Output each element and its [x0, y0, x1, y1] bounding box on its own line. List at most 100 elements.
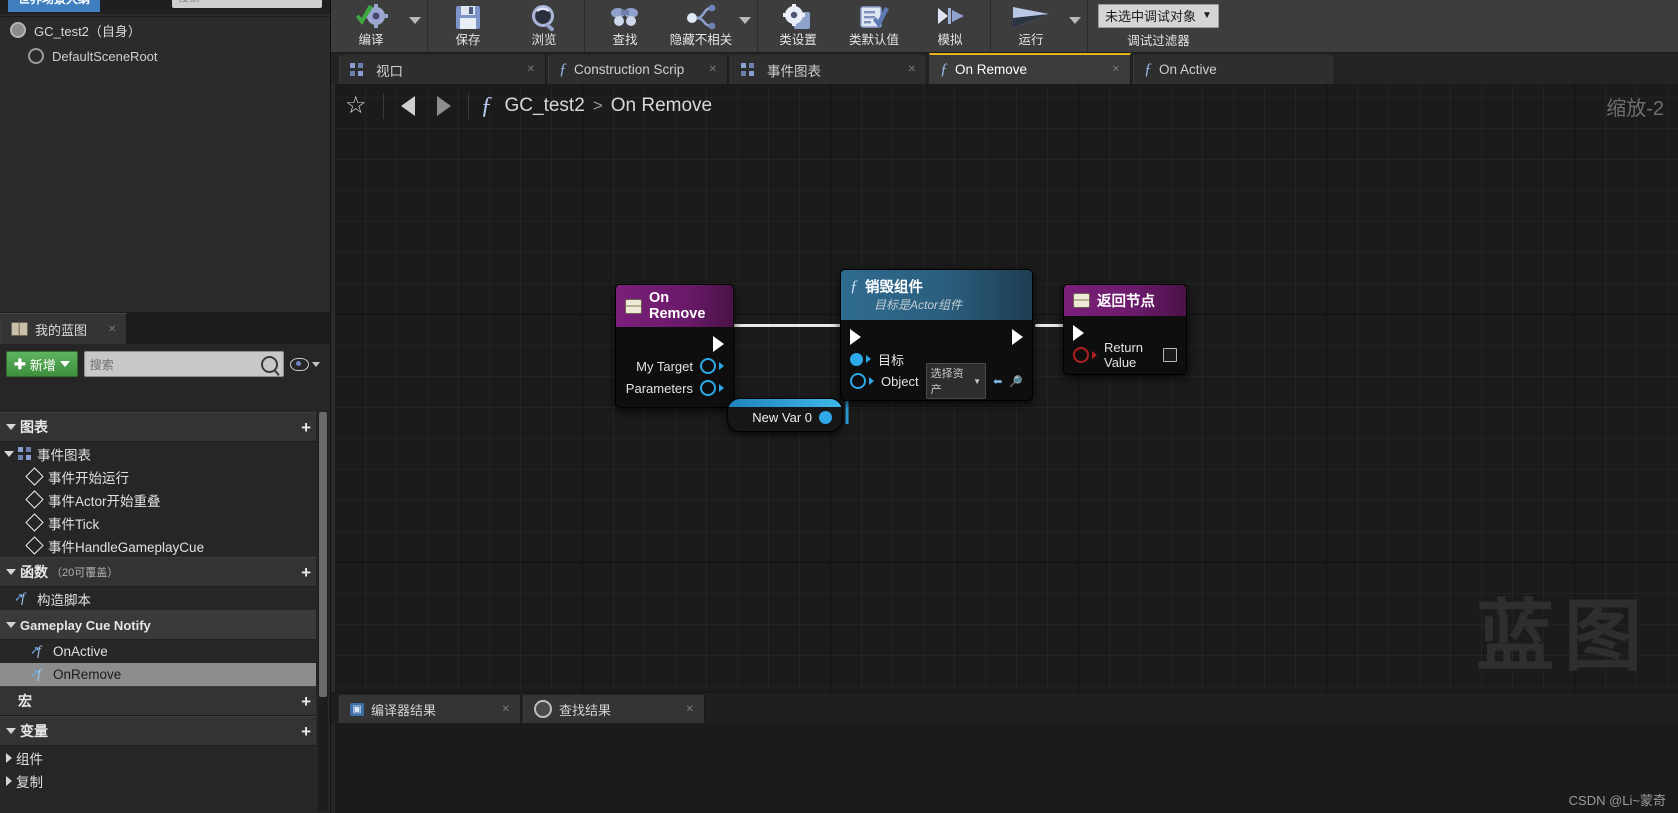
class-defaults-icon — [858, 3, 890, 33]
pin-exec-row[interactable] — [841, 326, 1032, 348]
tab-on-active[interactable]: ƒ On Active — [1133, 55, 1335, 84]
object-pin-icon[interactable] — [700, 380, 716, 396]
my-blueprint-scrollbar[interactable] — [318, 412, 328, 811]
section-header-graphs[interactable]: 图表 + — [0, 412, 316, 442]
outliner-row-defaultsceneroot[interactable]: DefaultSceneRoot — [0, 43, 330, 69]
tree-item-label: 事件Actor开始重叠 — [48, 493, 161, 509]
object-pin-filled-icon[interactable] — [819, 411, 832, 424]
tree-item-event-tick[interactable]: 事件Tick — [0, 511, 316, 534]
favorite-star-icon[interactable]: ☆ — [345, 94, 367, 118]
pin-label: 目标 — [878, 352, 905, 368]
object-pin-icon[interactable] — [850, 373, 866, 389]
node-return[interactable]: 返回节点 Return Value — [1063, 284, 1187, 375]
add-graph-button[interactable]: + — [301, 419, 311, 436]
toolbar-button-compile[interactable]: 编译 — [333, 0, 409, 52]
my-blueprint-search-input[interactable]: 搜索 — [83, 351, 284, 377]
close-icon[interactable]: ✕ — [1112, 64, 1120, 75]
return-value-checkbox[interactable] — [1163, 348, 1177, 362]
node-header: 返回节点 — [1064, 285, 1186, 316]
section-count: （20可覆盖） — [51, 567, 119, 579]
tab-viewport[interactable]: 视口 ✕ — [339, 55, 546, 84]
close-icon[interactable]: ✕ — [908, 64, 916, 75]
add-new-button[interactable]: ✚ 新增 — [6, 351, 78, 377]
back-arrow-icon[interactable] — [400, 96, 415, 116]
toolbar-label: 运行 — [1018, 33, 1044, 47]
function-icon: ➚ f — [30, 666, 41, 682]
tree-item-components[interactable]: 组件 — [0, 746, 316, 769]
section-header-gameplay-cue-notify[interactable]: Gameplay Cue Notify — [0, 610, 316, 640]
scrollbar-thumb[interactable] — [319, 412, 327, 697]
node-on-remove[interactable]: On Remove My Target Parameters — [615, 284, 734, 408]
tree-item-event-handle-gameplay-cue[interactable]: 事件HandleGameplayCue — [0, 534, 316, 557]
section-header-variables[interactable]: 变量 + — [0, 716, 316, 746]
pin-label: My Target — [636, 358, 693, 374]
asset-select-dropdown[interactable]: 选择资产 ▼ — [925, 363, 987, 399]
tab-world-outliner[interactable]: 世界场景大纲 — [8, 0, 101, 12]
tab-event-graph[interactable]: 事件图表 ✕ — [730, 55, 927, 84]
toolbar-button-simulate[interactable]: 模拟 — [912, 0, 988, 52]
close-icon[interactable]: ✕ — [527, 64, 535, 75]
toolbar-button-find[interactable]: 查找 — [587, 0, 663, 52]
add-function-button[interactable]: + — [301, 564, 311, 581]
tab-on-remove[interactable]: ƒ On Remove ✕ — [929, 53, 1131, 84]
section-title: 图表 — [20, 419, 48, 435]
section-header-macros[interactable]: 宏 + — [0, 686, 316, 716]
pin-return-value[interactable]: Return Value — [1064, 340, 1186, 370]
tree-item-onactive[interactable]: ➚ f OnActive — [0, 640, 316, 663]
toolbar-button-save[interactable]: 保存 — [430, 0, 506, 52]
bottom-panel-content: CSDN @Li~蒙奇 — [335, 723, 1678, 813]
node-destroy-component[interactable]: ƒ 销毁组件 目标是Actor组件 目标 Object 选择资产 ▼ ⬅ 🔎 — [840, 269, 1033, 401]
bool-pin-icon[interactable] — [1073, 347, 1089, 363]
tree-item-event-actor-begin-overlap[interactable]: 事件Actor开始重叠 — [0, 488, 316, 511]
close-icon[interactable]: ✕ — [502, 704, 510, 715]
pin-parameters[interactable]: Parameters — [616, 377, 733, 399]
close-icon[interactable]: ✕ — [108, 324, 116, 335]
graph-editor[interactable]: ☆ ƒ GC_test2 > On Remove 缩放-2 蓝图 On Remo… — [335, 84, 1678, 692]
tree-item-onremove[interactable]: ➚ f OnRemove — [0, 663, 316, 686]
close-icon[interactable]: ✕ — [686, 704, 694, 715]
toolbar-button-play[interactable]: 运行 — [993, 0, 1069, 52]
toolbar-button-class-defaults[interactable]: 类默认值 — [836, 0, 912, 52]
forward-arrow-icon[interactable] — [436, 96, 451, 116]
function-icon: ƒ — [480, 92, 493, 119]
exec-pin-out-icon[interactable] — [1012, 329, 1023, 345]
compile-dropdown-button[interactable] — [409, 0, 425, 52]
pin-object[interactable]: Object 选择资产 ▼ ⬅ 🔎 — [841, 363, 1032, 399]
breadcrumb-graph[interactable]: On Remove — [611, 95, 712, 117]
viewport-icon — [350, 63, 363, 76]
object-pin-filled-icon[interactable] — [850, 352, 863, 366]
toolbar-button-class-settings[interactable]: 类设置 — [760, 0, 836, 52]
use-selected-asset-icon[interactable]: ⬅ — [993, 375, 1002, 388]
tab-compiler-results[interactable]: ▣ 编译器结果 ✕ — [339, 695, 521, 723]
tree-item-event-begin-play[interactable]: 事件开始运行 — [0, 465, 316, 488]
debug-object-select[interactable]: 未选中调试对象 ▼ — [1098, 3, 1219, 28]
breadcrumb-blueprint[interactable]: GC_test2 — [505, 95, 585, 117]
object-pin-icon[interactable] — [700, 358, 716, 374]
browse-asset-icon[interactable]: 🔎 — [1009, 375, 1023, 388]
tab-my-blueprint[interactable]: 我的蓝图 ✕ — [0, 313, 128, 344]
exec-pin-icon[interactable] — [713, 336, 724, 352]
play-dropdown-button[interactable] — [1069, 0, 1085, 52]
tree-item-construction-script[interactable]: ➚ f 构造脚本 — [0, 587, 316, 610]
hide-unrelated-dropdown-button[interactable] — [739, 0, 755, 52]
plus-icon: ✚ — [14, 356, 26, 372]
toolbar-label: 编译 — [358, 33, 384, 47]
tree-item-replication[interactable]: 复制 — [0, 769, 316, 792]
pin-my-target[interactable]: My Target — [616, 355, 733, 377]
pin-exec-out[interactable] — [616, 333, 733, 355]
outliner-row-self[interactable]: GC_test2（自身） — [0, 17, 330, 43]
visibility-toggle-button[interactable] — [290, 357, 324, 371]
exec-pin-icon[interactable] — [1073, 325, 1084, 341]
add-macro-button[interactable]: + — [301, 693, 311, 710]
section-header-functions[interactable]: 函数 （20可覆盖） + — [0, 557, 316, 587]
tab-find-results[interactable]: 查找结果 ✕ — [523, 695, 705, 723]
tree-item-event-graph[interactable]: 事件图表 — [0, 442, 316, 465]
toolbar-button-browse[interactable]: 浏览 — [506, 0, 582, 52]
add-variable-button[interactable]: + — [301, 723, 311, 740]
toolbar-button-hide-unrelated[interactable]: 隐藏不相关 — [663, 0, 739, 52]
exec-pin-in-icon[interactable] — [850, 329, 861, 345]
tab-construction-script[interactable]: ƒ Construction Scrip ✕ — [548, 55, 728, 84]
close-icon[interactable]: ✕ — [709, 64, 717, 75]
node-new-var-0[interactable]: New Var 0 — [727, 398, 843, 432]
outliner-search-input[interactable]: 搜索 — [172, 0, 322, 8]
